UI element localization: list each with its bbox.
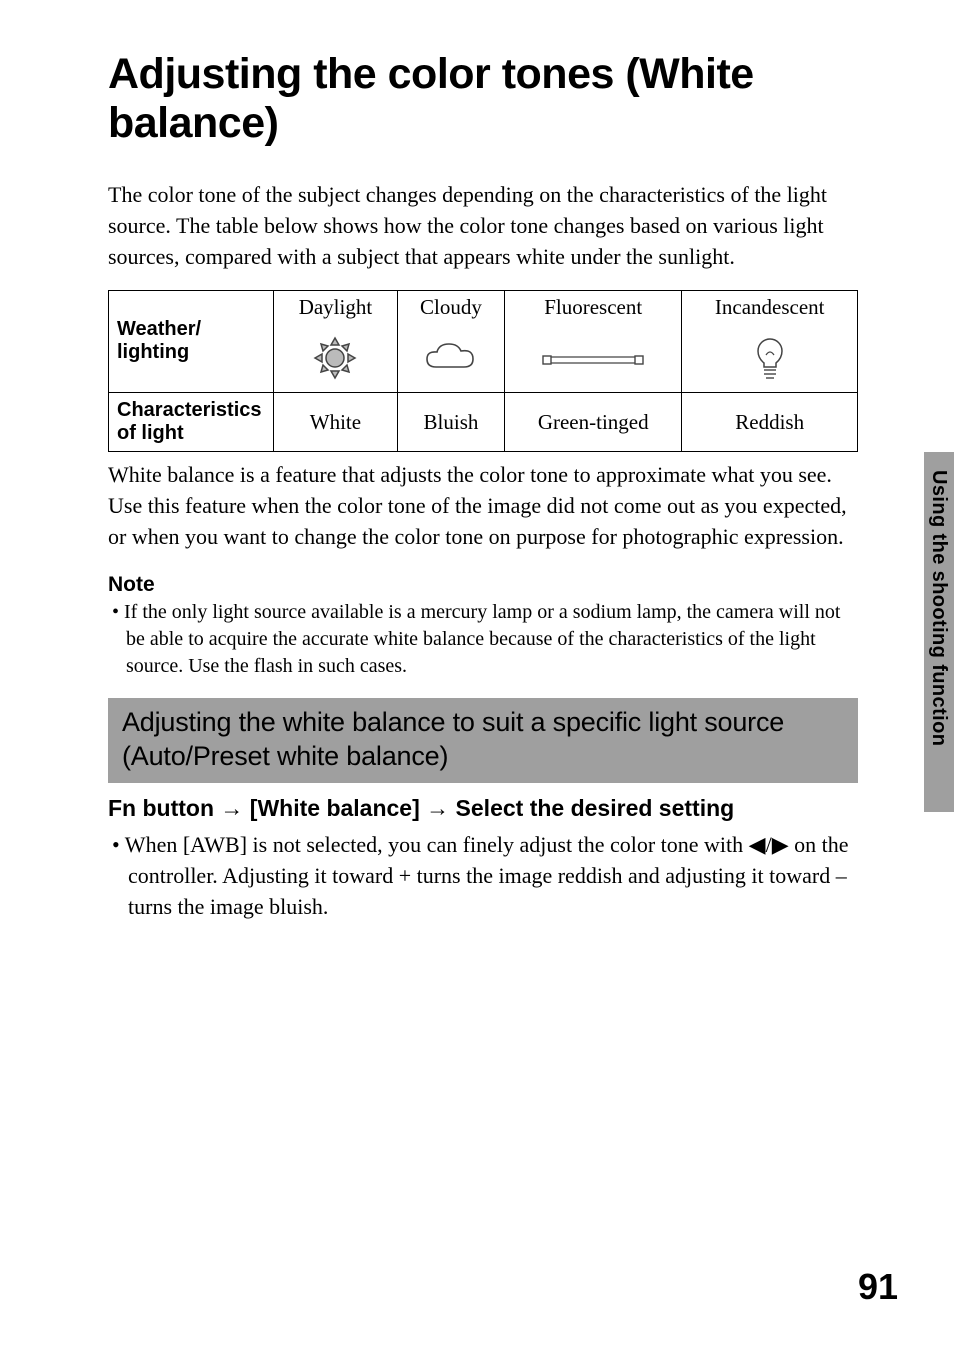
char-fluorescent: Green-tinged <box>505 393 682 452</box>
instruction-item: • When [AWB] is not selected, you can fi… <box>108 830 858 922</box>
icon-cell-incandescent <box>682 324 858 393</box>
page-number: 91 <box>858 1266 898 1308</box>
col-header-cloudy: Cloudy <box>397 291 504 325</box>
col-header-fluorescent: Fluorescent <box>505 291 682 325</box>
icon-cell-cloudy <box>397 324 504 393</box>
arrow-right-icon: → <box>220 795 243 821</box>
bulb-icon <box>752 335 788 381</box>
left-arrow-icon: ◀ <box>749 832 766 857</box>
wb-explain-paragraph: White balance is a feature that adjusts … <box>108 460 858 552</box>
fn-part-a: Fn button <box>108 795 220 821</box>
col-header-incandescent: Incandescent <box>682 291 858 325</box>
char-daylight: White <box>274 393 398 452</box>
col-header-daylight: Daylight <box>274 291 398 325</box>
page-title: Adjusting the color tones (White balance… <box>108 50 858 148</box>
row-header-characteristics: Characteristics of light <box>109 393 274 452</box>
row-header-weather: Weather/ lighting <box>109 291 274 393</box>
wb-table: Weather/ lighting Daylight Cloudy Fluore… <box>108 290 858 452</box>
sun-with-arrows-icon <box>306 332 364 384</box>
fn-instruction: Fn button → [White balance] → Select the… <box>108 795 858 822</box>
fn-part-b: [White balance] <box>250 795 426 821</box>
fn-part-c: Select the desired setting <box>456 795 735 821</box>
instr-text-a: • When [AWB] is not selected, you can fi… <box>112 832 749 857</box>
page-content: Adjusting the color tones (White balance… <box>108 50 858 923</box>
cloud-icon <box>421 341 481 375</box>
fluorescent-tube-icon <box>541 352 645 368</box>
note-item: • If the only light source available is … <box>108 599 858 680</box>
manual-page: Using the shooting function Adjusting th… <box>0 0 954 1350</box>
intro-paragraph: The color tone of the subject changes de… <box>108 180 858 272</box>
char-incandescent: Reddish <box>682 393 858 452</box>
arrow-right-icon: → <box>426 795 449 821</box>
right-arrow-icon: ▶ <box>772 832 789 857</box>
instruction-list: • When [AWB] is not selected, you can fi… <box>108 830 858 922</box>
section-label: Using the shooting function <box>927 470 950 746</box>
note-heading: Note <box>108 573 858 597</box>
note-list: • If the only light source available is … <box>108 599 858 680</box>
icon-cell-fluorescent <box>505 324 682 393</box>
section-subheading: Adjusting the white balance to suit a sp… <box>108 698 858 784</box>
char-cloudy: Bluish <box>397 393 504 452</box>
icon-cell-daylight <box>274 324 398 393</box>
